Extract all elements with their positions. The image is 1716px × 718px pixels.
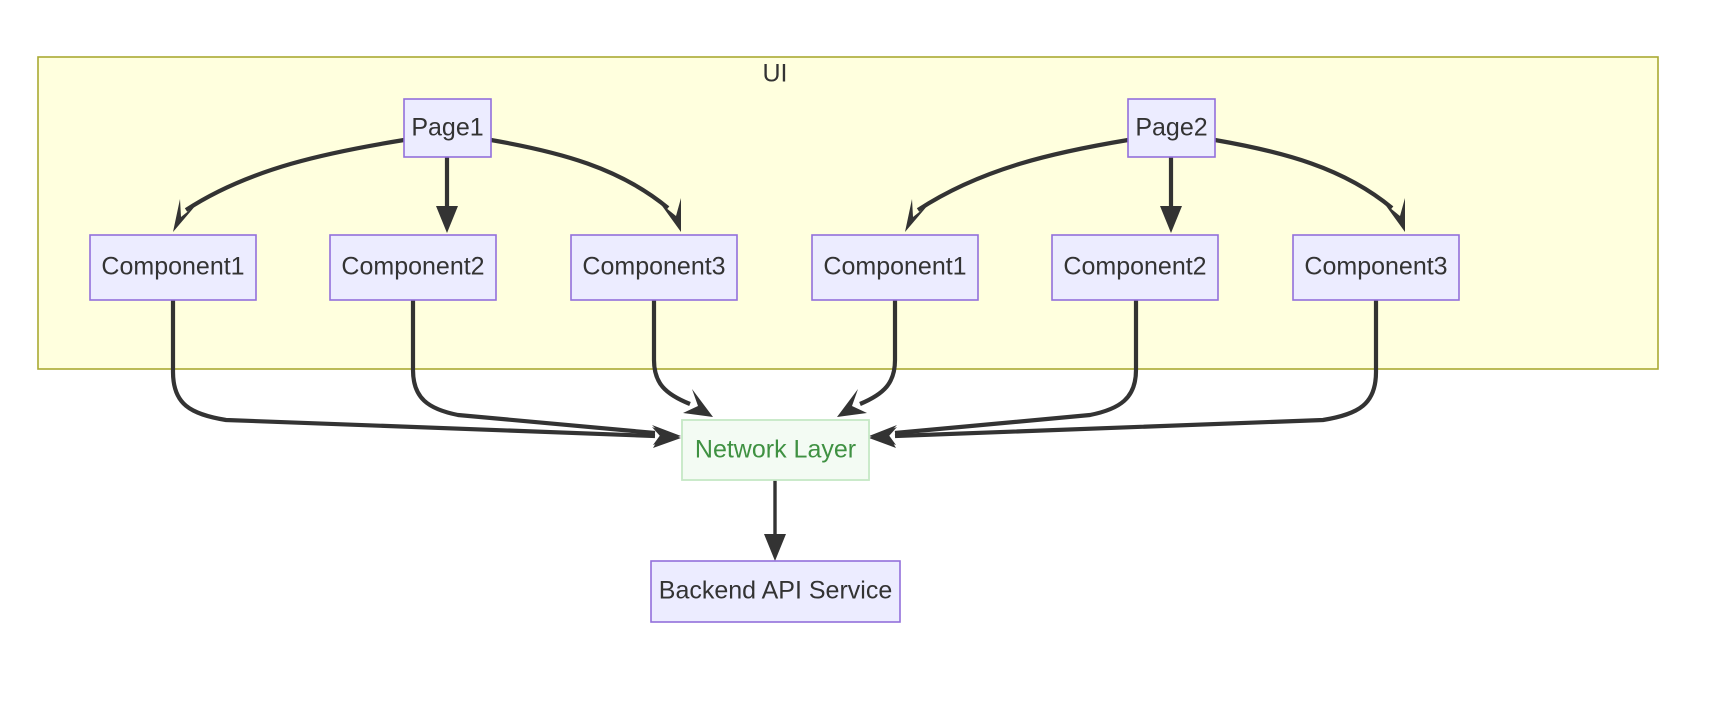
edge-network-backend[interactable] [764,480,786,561]
node-page2-label: Page2 [1135,114,1207,142]
node-component2-page2[interactable]: Component2 [1051,234,1219,301]
node-component2-page1[interactable]: Component2 [329,234,497,301]
node-component3-page2[interactable]: Component3 [1292,234,1460,301]
node-component3-page1[interactable]: Component3 [570,234,738,301]
cluster-ui-rect [37,56,1659,370]
node-component1-page2[interactable]: Component1 [811,234,979,301]
node-backend-api-service[interactable]: Backend API Service [650,560,901,623]
diagram-canvas: UI Page1 Page2 Component1 Component2 Com… [0,0,1716,718]
node-component1-page1[interactable]: Component1 [89,234,257,301]
flowchart-svg: UI Page1 Page2 Component1 Component2 Com… [37,56,1659,623]
arrow-head-icon [764,534,786,561]
node-page1-label: Page1 [411,114,483,142]
node-page1[interactable]: Page1 [403,98,492,158]
node-component1-page2-label: Component1 [823,253,966,281]
cluster-ui[interactable]: UI [37,56,1659,370]
node-network-layer-label: Network Layer [695,436,856,464]
node-network-layer[interactable]: Network Layer [681,419,870,481]
node-page2[interactable]: Page2 [1127,98,1216,158]
node-component3-page2-label: Component3 [1304,253,1447,281]
arrow-head-icon [869,427,897,448]
node-component2-page2-label: Component2 [1063,253,1206,281]
node-backend-api-service-label: Backend API Service [659,577,892,605]
node-component2-page1-label: Component2 [341,253,484,281]
cluster-ui-label: UI [763,60,788,88]
node-component3-page1-label: Component3 [582,253,725,281]
node-component1-page1-label: Component1 [101,253,244,281]
